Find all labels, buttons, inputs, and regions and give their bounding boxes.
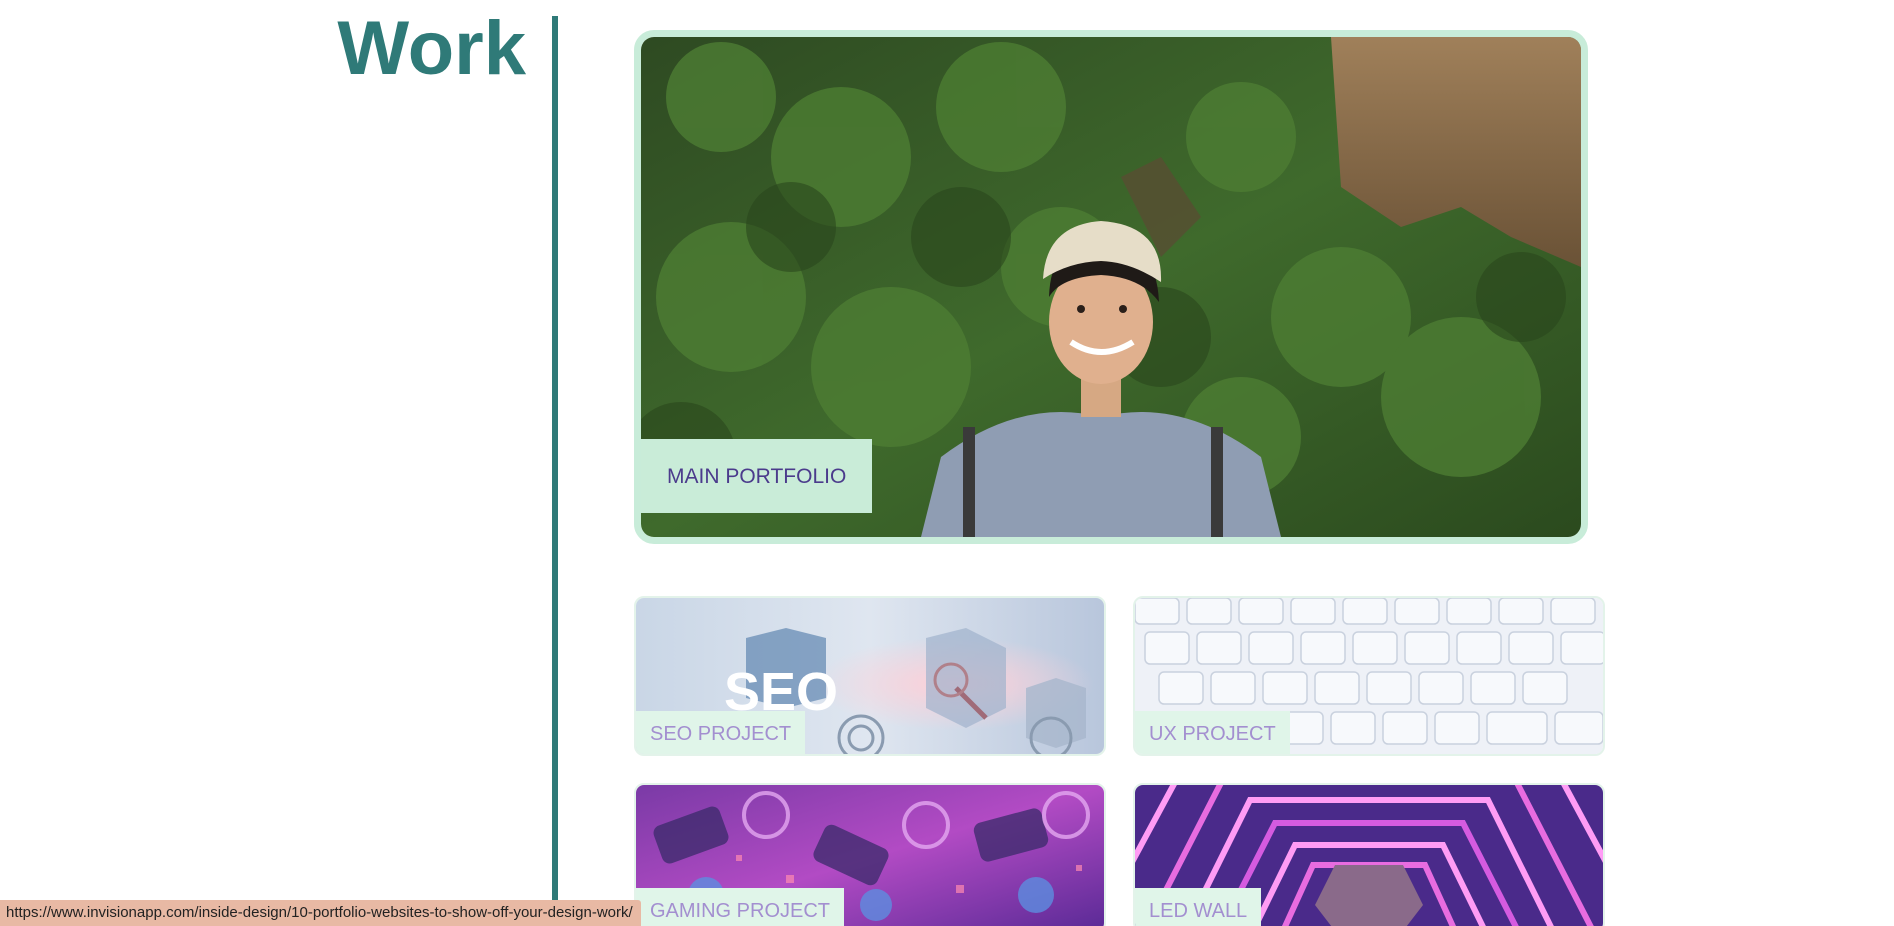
seo-project-label: SEO PROJECT <box>636 711 806 754</box>
led-wall-label: LED WALL <box>1135 888 1262 926</box>
page-title: Work <box>337 6 526 91</box>
vertical-divider <box>552 16 558 926</box>
page: Work MAIN PORTFOLIO SEO SEO PROJECT UX P… <box>0 0 1894 926</box>
link-preview-status-bar: https://www.invisionapp.com/inside-desig… <box>0 900 641 926</box>
led-wall-card[interactable]: LED WALL <box>1133 783 1605 926</box>
main-portfolio-label: MAIN PORTFOLIO <box>641 439 873 513</box>
gaming-project-label: GAMING PROJECT <box>636 888 845 926</box>
ux-project-card[interactable]: UX PROJECT <box>1133 596 1605 756</box>
seo-project-card[interactable]: SEO SEO PROJECT <box>634 596 1106 756</box>
main-portfolio-card[interactable]: MAIN PORTFOLIO <box>634 30 1588 544</box>
ux-project-label: UX PROJECT <box>1135 711 1290 754</box>
gaming-project-card[interactable]: GAMING PROJECT <box>634 783 1106 926</box>
